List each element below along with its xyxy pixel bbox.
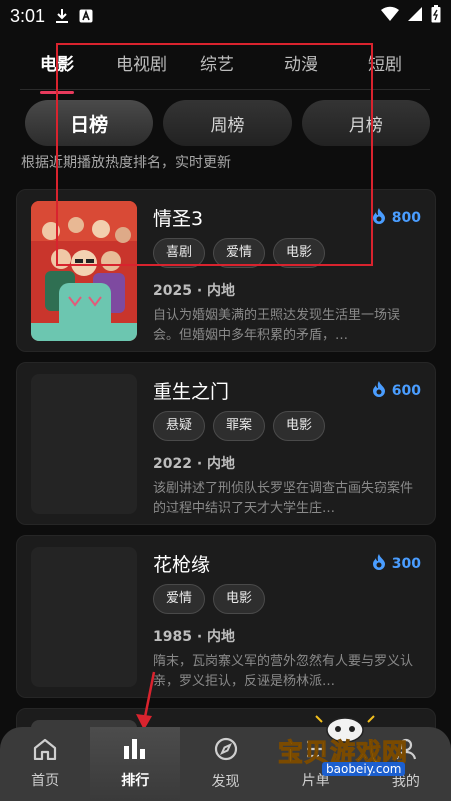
nav-ranking[interactable]: 排行	[90, 727, 181, 801]
genre-tag[interactable]: 电影	[213, 584, 266, 614]
item-description: 隋末，瓦岗寨义军的营外忽然有人要与罗义认亲，罗义拒认，反诬是杨林派…	[153, 654, 414, 689]
poster-image	[31, 201, 137, 341]
tab-tv-series[interactable]: 电视剧	[96, 45, 180, 85]
item-description: 自认为婚姻美满的王照达发现生活里一场误会。但婚姻中多年积累的矛盾，…	[153, 308, 401, 343]
status-bar: 3:01	[0, 0, 451, 32]
compass-icon	[214, 737, 238, 765]
active-tab-indicator	[40, 91, 74, 94]
flame-icon	[372, 381, 386, 401]
signal-icon	[407, 6, 423, 27]
period-tabs: 日榜 周榜 月榜	[25, 100, 430, 146]
flame-icon	[372, 554, 386, 574]
nav-label: 首页	[31, 773, 60, 789]
tab-label: 动漫	[284, 55, 318, 75]
tag-list: 悬疑 罪案 电影	[153, 411, 326, 441]
genre-tag[interactable]: 爱情	[153, 584, 206, 614]
item-year-region: 2025 · 内地	[153, 283, 236, 299]
tab-label: 综艺	[200, 55, 234, 75]
heat-score: 300	[372, 554, 421, 574]
list-item[interactable]: 情圣3 800 喜剧 爱情 电影 2025 · 内地 自认为婚姻美满的王照达发现…	[16, 189, 436, 352]
wifi-icon	[381, 6, 399, 27]
battery-icon	[431, 4, 441, 28]
nav-label: 排行	[121, 773, 150, 789]
tab-movie[interactable]: 电影	[20, 45, 96, 94]
tab-divider	[20, 89, 430, 90]
item-title: 重生之门	[153, 381, 230, 403]
tab-variety[interactable]: 综艺	[180, 45, 264, 85]
tab-monthly[interactable]: 月榜	[301, 100, 430, 146]
tab-anime[interactable]: 动漫	[264, 45, 348, 85]
nav-discover[interactable]: 发现	[180, 727, 270, 801]
item-title: 花枪缘	[153, 554, 211, 576]
genre-tag[interactable]: 喜剧	[153, 238, 206, 268]
genre-tag[interactable]: 电影	[273, 411, 326, 441]
heat-value: 300	[391, 556, 421, 572]
nav-label: 发现	[211, 774, 240, 790]
genre-tag[interactable]: 电影	[273, 238, 326, 268]
item-description: 该剧讲述了刑侦队长罗坚在调查古画失窃案件的过程中结识了天才大学生庄…	[153, 481, 414, 516]
item-title: 情圣3	[153, 208, 204, 230]
poster-placeholder	[31, 547, 137, 687]
heat-score: 600	[372, 381, 421, 401]
list-item[interactable]: 重生之门 600 悬疑 罪案 电影 2022 · 内地 该剧讲述了刑侦队长罗坚在…	[16, 362, 436, 525]
genre-tag[interactable]: 罪案	[213, 411, 266, 441]
tab-daily[interactable]: 日榜	[25, 100, 154, 146]
tag-list: 爱情 电影	[153, 584, 266, 614]
item-year-region: 2022 · 内地	[153, 456, 236, 472]
tab-label: 电影	[40, 55, 74, 75]
heat-value: 800	[391, 210, 421, 226]
item-year-region: 1985 · 内地	[153, 629, 236, 645]
tag-list: 喜剧 爱情 电影	[153, 238, 326, 268]
list-item[interactable]: 花枪缘 300 爱情 电影 1985 · 内地 隋末，瓦岗寨义军的营外忽然有人要…	[16, 535, 436, 698]
genre-tag[interactable]: 悬疑	[153, 411, 206, 441]
download-icon	[55, 8, 69, 24]
home-icon	[33, 738, 57, 764]
tab-weekly[interactable]: 周榜	[163, 100, 292, 146]
watermark-url: baobeiy.com	[322, 762, 406, 776]
nav-home[interactable]: 首页	[0, 727, 90, 801]
genre-tag[interactable]: 爱情	[213, 238, 266, 268]
ranking-description: 根据近期播放热度排名，实时更新	[21, 155, 231, 171]
category-tabs: 电影 电视剧 综艺 动漫 短剧	[0, 40, 451, 94]
status-time: 3:01	[10, 5, 46, 26]
tab-short-drama[interactable]: 短剧	[348, 45, 432, 85]
tab-label: 短剧	[368, 55, 402, 75]
bar-chart-icon	[122, 738, 148, 764]
heat-score: 800	[372, 208, 421, 228]
app-notification-icon	[79, 9, 93, 23]
poster-placeholder	[31, 374, 137, 514]
tab-label: 电视剧	[116, 55, 167, 75]
heat-value: 600	[391, 383, 421, 399]
flame-icon	[372, 208, 386, 228]
